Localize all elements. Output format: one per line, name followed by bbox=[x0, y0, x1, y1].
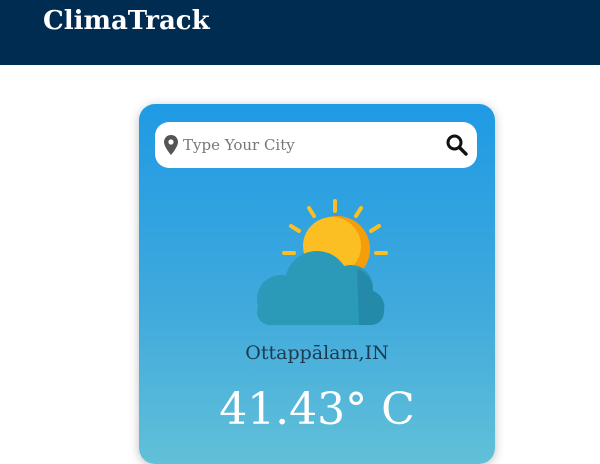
weather-card: Ottappālam,IN 41.43° C bbox=[139, 104, 495, 464]
search-bar bbox=[155, 122, 477, 168]
location-pin-icon bbox=[164, 135, 178, 155]
temperature-reading: 41.43° C bbox=[219, 384, 415, 435]
brand-logo[interactable]: ClimaTrack bbox=[43, 6, 210, 36]
search-icon[interactable] bbox=[445, 133, 469, 157]
city-name: Ottappālam,IN bbox=[245, 342, 389, 364]
partly-cloudy-icon bbox=[257, 199, 388, 325]
city-search-input[interactable] bbox=[183, 130, 433, 160]
navbar: ClimaTrack bbox=[0, 0, 600, 65]
